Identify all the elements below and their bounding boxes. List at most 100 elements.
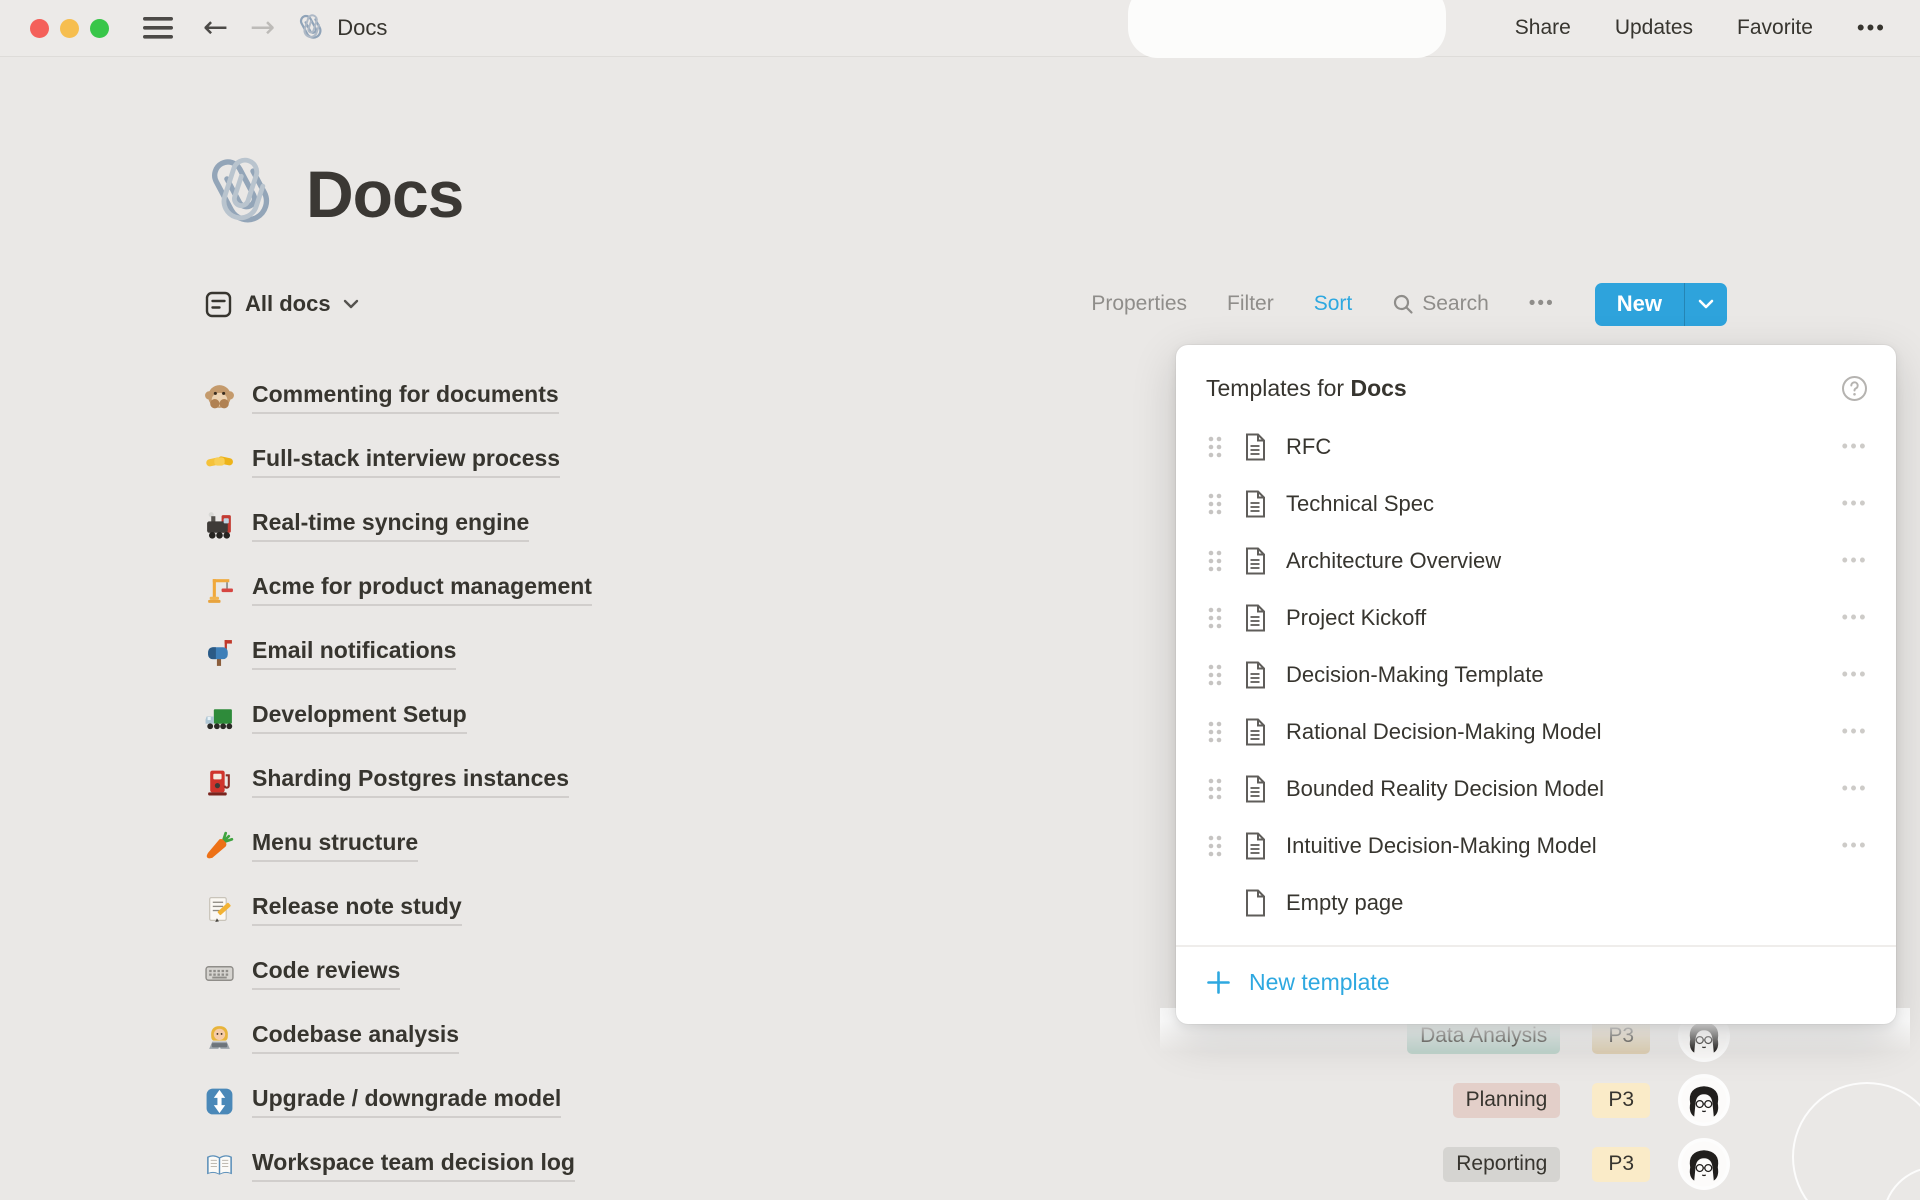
templates-panel-title: Templates for Docs [1206,375,1407,402]
panel-divider [1176,945,1896,947]
template-item[interactable]: Decision-Making Template ••• [1176,646,1896,703]
doc-title: Real-time syncing engine [252,508,529,542]
doc-title: Sharding Postgres instances [252,764,569,798]
priority-pill: P3 [1592,1147,1650,1182]
page-with-lines-icon [1240,603,1270,633]
template-item[interactable]: Architecture Overview ••• [1176,532,1896,589]
doc-title: Email notifications [252,636,456,670]
forward-button[interactable]: → [250,13,275,43]
template-item-label: Bounded Reality Decision Model [1286,776,1842,802]
template-item-label: Intuitive Decision-Making Model [1286,833,1842,859]
chevron-down-icon [1698,299,1714,309]
doc-list-item[interactable]: Sharding Postgres instances [204,749,592,813]
favorite-button[interactable]: Favorite [1737,16,1813,40]
template-item[interactable]: Intuitive Decision-Making Model ••• [1176,817,1896,874]
page-linked-paperclips-icon[interactable] [204,152,284,236]
toolbar-more-options-button[interactable]: ••• [1529,293,1555,315]
new-button[interactable]: New [1595,283,1684,326]
doc-title: Code reviews [252,956,400,990]
template-item[interactable]: Empty page ••• [1176,874,1896,931]
doc-list-item[interactable]: Email notifications [204,621,592,685]
drag-handle[interactable] [1206,719,1224,745]
page-with-lines-icon [1240,546,1270,576]
woman-technologist-icon [204,1022,235,1053]
templates-help-button[interactable] [1841,375,1868,402]
table-row[interactable]: Planning P3 [1407,1068,1727,1132]
back-button[interactable]: ← [203,13,228,43]
template-item[interactable]: Technical Spec ••• [1176,475,1896,532]
doc-list-item[interactable]: Acme for product management [204,557,592,621]
drag-handle[interactable] [1206,548,1224,574]
table-row[interactable]: Reporting P3 [1407,1132,1727,1196]
fuel-pump-icon [204,766,235,797]
search-icon [1392,293,1414,315]
template-item[interactable]: Rational Decision-Making Model ••• [1176,703,1896,760]
template-item-menu-button[interactable]: ••• [1842,493,1868,514]
doc-title: Workspace team decision log [252,1148,575,1182]
template-item-menu-button[interactable]: ••• [1842,778,1868,799]
linked-paperclips-icon [297,13,327,43]
template-item[interactable]: Bounded Reality Decision Model ••• [1176,760,1896,817]
page-with-lines-icon [1240,831,1270,861]
filter-button[interactable]: Filter [1227,292,1274,316]
share-button[interactable]: Share [1515,16,1571,40]
drag-handle[interactable] [1206,833,1224,859]
view-selector[interactable]: All docs [204,290,359,319]
doc-list-item[interactable]: Real-time syncing engine [204,493,592,557]
drag-handle[interactable] [1206,776,1224,802]
doc-list-item[interactable]: Menu structure [204,813,592,877]
locomotive-icon [204,510,235,541]
search-button[interactable]: Search [1392,292,1489,316]
minimize-window-button[interactable] [60,19,79,38]
new-template-button[interactable]: New template [1176,953,1896,1014]
properties-button[interactable]: Properties [1091,292,1187,316]
close-window-button[interactable] [30,19,49,38]
drag-handle[interactable] [1206,491,1224,517]
drag-handle[interactable] [1206,434,1224,460]
doc-list-item[interactable]: Code reviews [204,941,592,1005]
window-titlebar: ← → Docs Share Updates Favorite ••• [0,0,1920,57]
template-item[interactable]: RFC ••• [1176,418,1896,475]
traffic-lights [30,19,109,38]
doc-list-item[interactable]: Codebase analysis [204,1005,592,1069]
template-item-menu-button[interactable]: ••• [1842,436,1868,457]
template-item[interactable]: Project Kickoff ••• [1176,589,1896,646]
updates-button[interactable]: Updates [1615,16,1693,40]
zoom-window-button[interactable] [90,19,109,38]
page-header: Docs [204,152,463,236]
list-view-icon [204,290,233,319]
template-item-menu-button[interactable]: ••• [1842,721,1868,742]
doc-list-item[interactable]: Workspace team decision log [204,1133,592,1197]
doc-list-item[interactable]: Full-stack interview process [204,429,592,493]
doc-list-item[interactable]: Commenting for documents [204,365,592,429]
template-item-label: Rational Decision-Making Model [1286,719,1842,745]
articulated-lorry-icon [204,702,235,733]
templates-list: RFC ••• Technical Spec ••• [1176,418,1896,931]
up-down-arrow-icon [204,1086,235,1117]
page-with-lines-icon [1240,489,1270,519]
page-title: Docs [306,156,463,232]
doc-list-item[interactable]: Release note study [204,877,592,941]
page-with-lines-icon [1240,660,1270,690]
doc-list-item[interactable]: Upgrade / downgrade model [204,1069,592,1133]
template-item-label: Project Kickoff [1286,605,1842,631]
template-item-menu-button[interactable]: ••• [1842,835,1868,856]
drag-handle[interactable] [1206,605,1224,631]
templates-panel-header: Templates for Docs [1176,345,1896,418]
sort-button[interactable]: Sort [1314,292,1353,316]
doc-list-item[interactable]: Development Setup [204,685,592,749]
doc-title: Full-stack interview process [252,444,560,478]
doc-title: Development Setup [252,700,467,734]
template-item-menu-button[interactable]: ••• [1842,550,1868,571]
page-with-lines-icon [1240,432,1270,462]
doc-title: Commenting for documents [252,380,559,414]
tag-pill: Reporting [1443,1147,1560,1182]
collection-toolbar: All docs Properties Filter Sort Search •… [204,281,1727,327]
page-with-lines-icon [1240,717,1270,747]
template-item-menu-button[interactable]: ••• [1842,664,1868,685]
window-more-options-button[interactable]: ••• [1857,15,1886,41]
new-button-dropdown[interactable] [1685,283,1727,326]
drag-handle[interactable] [1206,662,1224,688]
template-item-menu-button[interactable]: ••• [1842,607,1868,628]
sidebar-menu-button[interactable] [143,16,173,40]
